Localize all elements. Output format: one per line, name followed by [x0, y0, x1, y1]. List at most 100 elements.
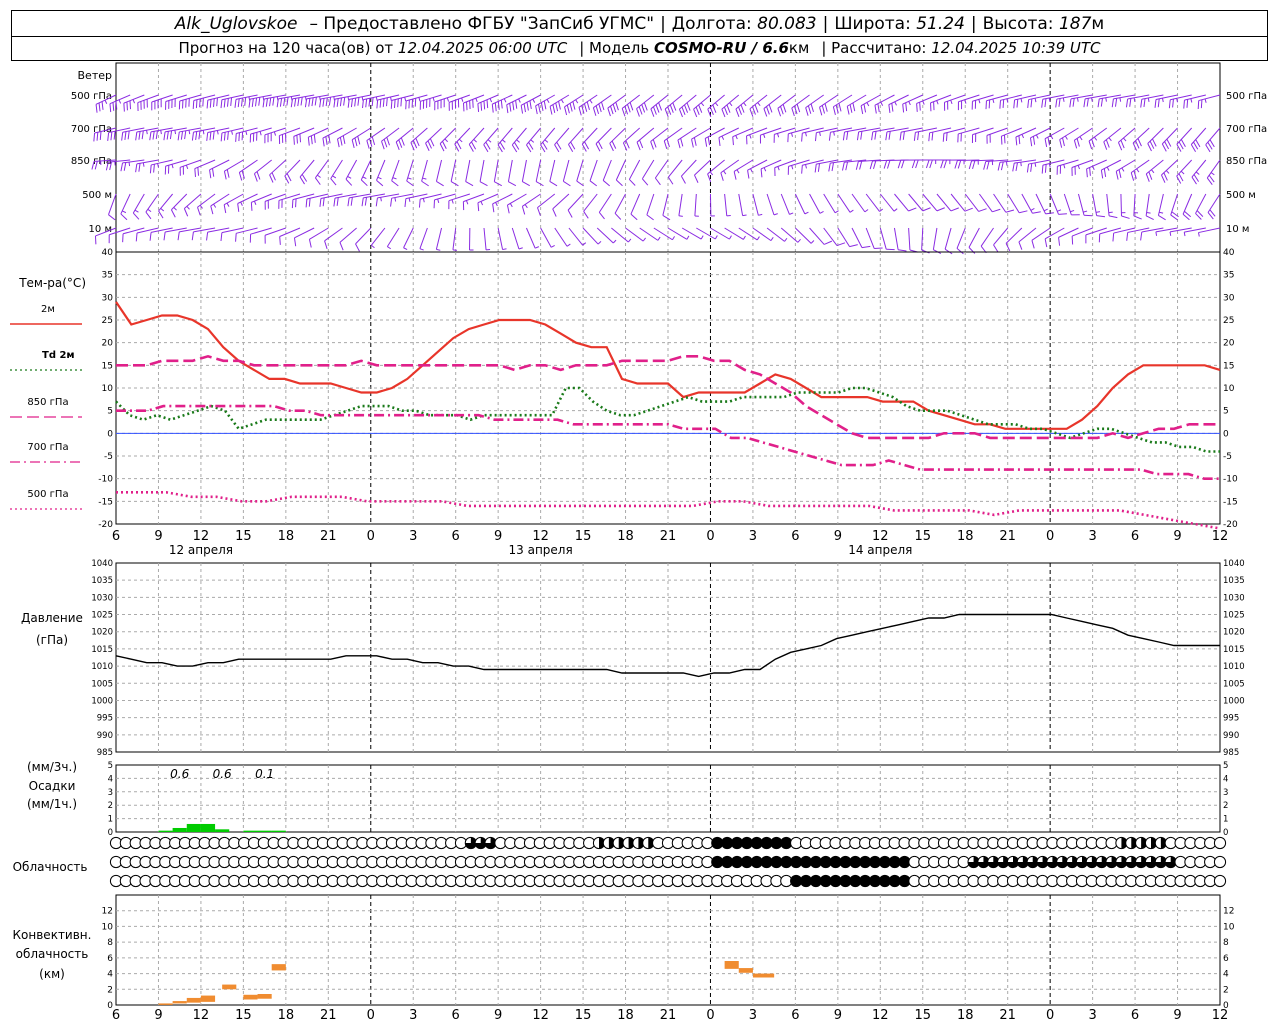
wind-barb — [581, 127, 598, 145]
wind-barb-feather — [377, 176, 382, 180]
wind-barb-feather — [446, 97, 450, 102]
wind-barb-feather — [819, 210, 824, 214]
convective-title2: облачность — [16, 947, 89, 961]
temp-xtick-label: 12 — [1212, 529, 1229, 544]
wind-barb-feather — [308, 198, 311, 207]
wind-barb — [370, 227, 386, 246]
bottom-xtick-label: 15 — [575, 1008, 592, 1023]
wind-barb-feather — [773, 213, 778, 216]
wind-barb-feather — [874, 131, 877, 140]
bottom-xtick-label: 18 — [278, 1008, 295, 1023]
convective-bar — [222, 984, 237, 990]
wind-barb — [694, 159, 711, 176]
wind-barb-feather — [406, 180, 414, 187]
wind-barb-feather — [1149, 140, 1155, 149]
wind-barb-feather — [121, 132, 124, 141]
wind-barb-feather — [583, 103, 588, 112]
wind-barb-feather — [1151, 169, 1155, 174]
wind-barb-feather — [153, 164, 155, 173]
wind-barb-feather — [160, 208, 165, 212]
wind-barb — [662, 193, 669, 216]
wind-barb-feather — [269, 97, 272, 107]
wind-barb — [589, 159, 598, 181]
wind-barb-feather — [821, 105, 826, 114]
convective-bar — [724, 961, 739, 969]
precip-ytick-right: 2 — [1223, 801, 1228, 811]
temp-xtick-label: 0 — [1046, 529, 1054, 544]
wind-barb-feather — [332, 175, 337, 179]
wind-barb-feather — [964, 207, 973, 212]
wind-barb-feather — [376, 99, 379, 109]
wind-barb-feather — [796, 103, 801, 113]
wind-barb-feather — [828, 163, 831, 172]
wind-barb-feather — [142, 162, 145, 167]
wind-barb-feather — [700, 235, 704, 240]
wind-barb-feather — [999, 100, 1001, 109]
wind-barb-feather — [415, 137, 420, 147]
convective-ytick-right: 4 — [1223, 970, 1229, 980]
wind-barb — [314, 159, 329, 179]
bottom-xtick-label: 21 — [320, 1008, 337, 1023]
precip-unit-top: (мм/3ч.) — [27, 760, 77, 774]
wind-barb-feather — [997, 162, 1001, 171]
wind-barb-feather — [602, 180, 610, 187]
wind-barb-feather — [296, 135, 298, 144]
wind-barb-feather — [888, 104, 891, 114]
wind-barb-feather — [322, 137, 325, 147]
wind-barb — [678, 193, 683, 216]
wind-barb-feather — [461, 97, 464, 102]
wind-barb — [507, 159, 513, 182]
temp-ytick-right: -10 — [1223, 475, 1238, 485]
wind-barb-feather — [543, 100, 547, 110]
wind-barb-feather — [1083, 98, 1086, 108]
temp-legend-label: 700 гПа — [27, 442, 68, 453]
wind-barb-feather — [1063, 164, 1066, 169]
pressure-ytick-right: 1025 — [1223, 611, 1245, 621]
wind-barb-feather — [1183, 232, 1186, 237]
pressure-title: Давление — [21, 611, 83, 625]
wind-barb-feather — [940, 160, 944, 169]
temp-ytick-right: 35 — [1223, 271, 1234, 281]
wind-level-label-left: 10 м — [89, 224, 112, 235]
wind-barb-feather — [957, 160, 962, 169]
wind-barb — [435, 159, 443, 182]
wind-barb-feather — [777, 133, 780, 138]
temp-xtick-label: 3 — [409, 529, 417, 544]
wind-barb-feather — [583, 211, 589, 219]
wind-barb-feather — [529, 100, 532, 110]
wind-barb-feather — [1197, 232, 1200, 237]
wind-barb-feather — [763, 167, 767, 172]
wind-barb-feather — [714, 235, 718, 240]
wind-barb-feather — [526, 102, 529, 111]
wind-barb-feather — [555, 102, 559, 112]
wind-barb-feather — [864, 209, 869, 213]
pressure-ytick-left: 1010 — [91, 662, 113, 672]
wind-barb — [667, 159, 683, 178]
temp-legend-label: 500 гПа — [27, 489, 68, 500]
wind-barb-feather — [791, 107, 795, 117]
bottom-xtick-label: 12 — [872, 1008, 889, 1023]
wind-barb-feather — [638, 106, 643, 115]
wind-barb-feather — [908, 207, 917, 212]
wind-barb-feather — [235, 233, 237, 242]
temp-ytick-right: 40 — [1223, 248, 1235, 258]
wind-barb-feather — [905, 102, 908, 112]
wind-barb — [614, 193, 626, 214]
pressure-ytick-left: 990 — [97, 731, 113, 741]
precip-unit-bottom: (мм/1ч.) — [27, 797, 77, 811]
pressure-ytick-right: 995 — [1223, 714, 1239, 724]
bottom-xtick-label: 0 — [706, 1008, 714, 1023]
temp-xtick-label: 6 — [1131, 529, 1139, 544]
wind-barb-feather — [740, 104, 745, 113]
wind-barb-feather — [680, 175, 686, 184]
wind-barb-feather — [465, 181, 474, 187]
wind-barb-feather — [554, 144, 560, 153]
convective-ytick-left: 4 — [107, 970, 113, 980]
wind-barb-feather — [146, 130, 148, 135]
wind-barb-feather — [578, 107, 582, 116]
temp-ytick-right: 15 — [1223, 361, 1234, 371]
wind-barb-feather — [366, 140, 370, 149]
wind-barb-feather — [1209, 139, 1215, 148]
wind-barb-feather — [686, 102, 691, 111]
wind-barb-feather — [418, 97, 421, 102]
